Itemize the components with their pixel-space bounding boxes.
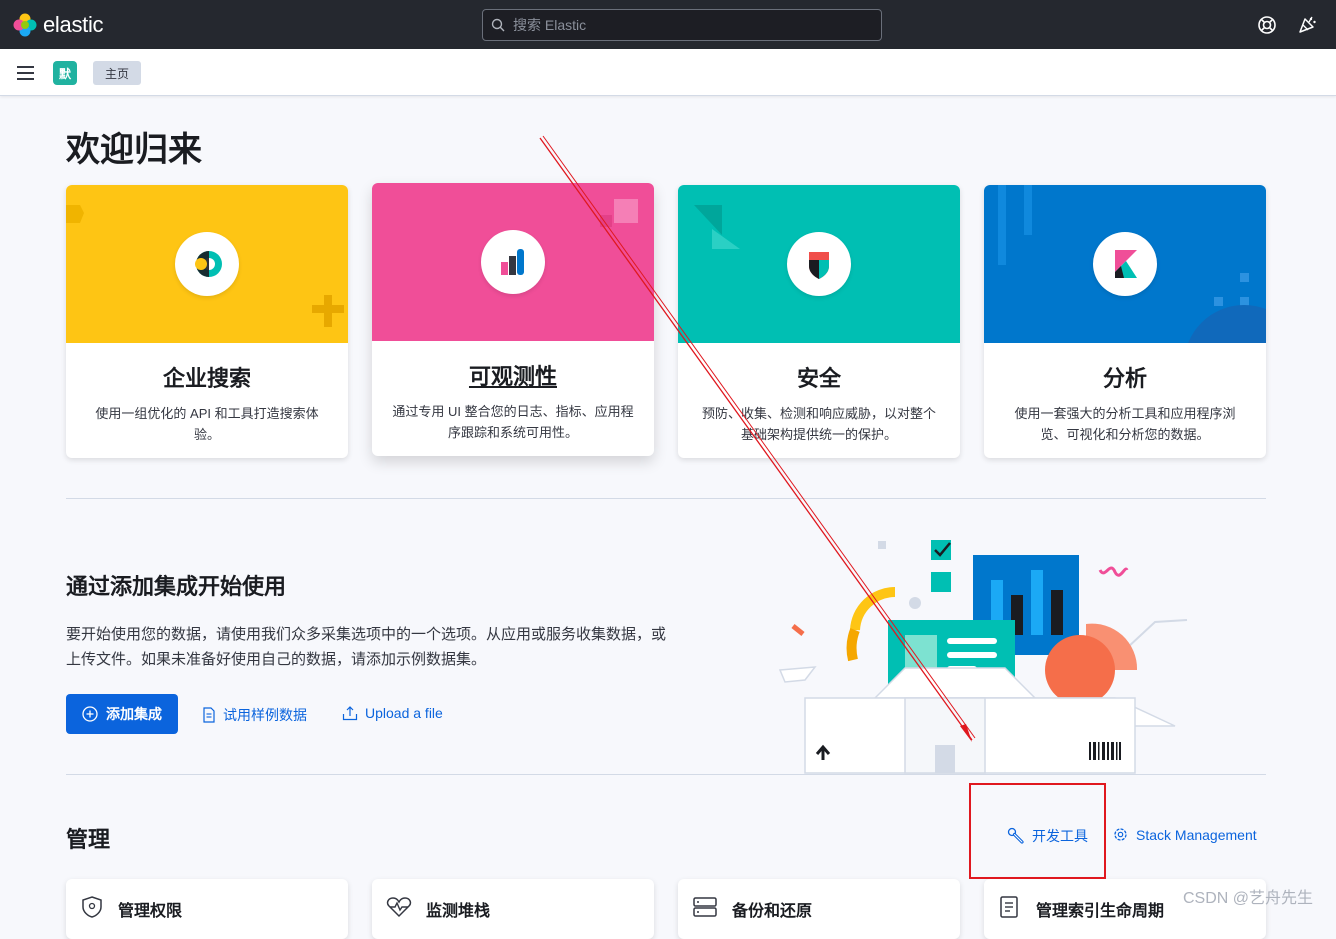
card-banner — [372, 183, 654, 341]
top-header: elastic — [0, 0, 1336, 49]
brand-name: elastic — [43, 12, 104, 37]
list-document-icon — [1000, 896, 1018, 918]
document-icon — [203, 707, 215, 723]
shield-icon — [82, 896, 102, 918]
card-label: 监测堆栈 — [426, 903, 491, 920]
add-integrations-button[interactable]: 添加集成 — [66, 694, 178, 734]
card-title: 企业搜索 — [162, 366, 251, 391]
storage-icon — [693, 897, 717, 917]
card-title: 分析 — [1102, 366, 1147, 391]
newsfeed-icon[interactable] — [1296, 14, 1318, 36]
divider — [66, 498, 1266, 499]
card-label: 管理索引生命周期 — [1036, 903, 1165, 920]
enterprise-search-logo-icon — [175, 232, 239, 296]
watermark: CSDN @艺舟先生 — [1183, 890, 1314, 907]
manage-permissions-card[interactable]: 管理权限 — [66, 879, 348, 939]
search-input[interactable] — [513, 17, 853, 33]
gear-icon — [1114, 828, 1127, 841]
management-title: 管理 — [66, 827, 111, 852]
add-integrations-label: 添加集成 — [106, 706, 162, 722]
elastic-logo-icon — [13, 13, 37, 37]
solution-card-enterprise-search[interactable]: 企业搜索 使用一组优化的 API 和工具打造搜索体验。 — [66, 185, 348, 458]
stack-management-link[interactable]: Stack Management — [1112, 826, 1257, 843]
sample-data-link[interactable]: 试用样例数据 — [202, 705, 307, 725]
card-label: 备份和还原 — [732, 903, 813, 920]
divider — [66, 774, 1266, 775]
breadcrumb-bar: 默 主页 — [0, 49, 1336, 96]
card-description: 通过专用 UI 整合您的日志、指标、应用程序跟踪和系统可用性。 — [392, 404, 634, 440]
global-search[interactable] — [482, 9, 882, 41]
sample-data-label: 试用样例数据 — [223, 707, 307, 723]
integrations-description: 要开始使用您的数据，请使用我们众多采集选项中的一个选项。从应用或服务收集数据，或… — [66, 626, 667, 668]
elastic-logo[interactable]: elastic — [13, 12, 104, 38]
monitor-stack-card[interactable]: 监测堆栈 — [372, 879, 654, 939]
card-description: 预防、收集、检测和响应威胁，以对整个基础架构提供统一的保护。 — [701, 406, 936, 442]
solution-card-security[interactable]: 安全 预防、收集、检测和响应威胁，以对整个基础架构提供统一的保护。 — [678, 185, 960, 458]
space-avatar[interactable]: 默 — [53, 61, 77, 85]
card-banner — [984, 185, 1266, 343]
solution-card-analytics[interactable]: 分析 使用一套强大的分析工具和应用程序浏览、可视化和分析您的数据。 — [984, 185, 1266, 458]
plus-circle-icon — [82, 706, 98, 722]
upload-icon — [342, 706, 358, 721]
annotation-highlight-box — [969, 783, 1106, 879]
card-title: 安全 — [796, 366, 841, 391]
card-banner — [66, 185, 348, 343]
card-description: 使用一组优化的 API 和工具打造搜索体验。 — [95, 406, 319, 442]
stack-management-label: Stack Management — [1136, 826, 1257, 843]
menu-icon[interactable] — [17, 66, 34, 80]
kibana-logo-icon — [1093, 232, 1157, 296]
card-description: 使用一套强大的分析工具和应用程序浏览、可视化和分析您的数据。 — [1014, 406, 1236, 442]
heartbeat-icon — [386, 897, 412, 918]
security-logo-icon — [787, 232, 851, 296]
card-banner — [678, 185, 960, 343]
help-icon[interactable] — [1256, 14, 1278, 36]
upload-file-label: Upload a file — [365, 705, 443, 721]
observability-logo-icon — [481, 230, 545, 294]
integrations-illustration — [778, 540, 1188, 774]
breadcrumb-home[interactable]: 主页 — [93, 61, 142, 85]
upload-file-link[interactable]: Upload a file — [342, 705, 443, 721]
card-title: 可观测性 — [468, 364, 557, 389]
page-title: 欢迎归来 — [66, 131, 202, 169]
search-icon — [491, 18, 505, 32]
backup-restore-card[interactable]: 备份和还原 — [678, 879, 960, 939]
card-label: 管理权限 — [118, 903, 183, 920]
solution-card-observability[interactable]: 可观测性 通过专用 UI 整合您的日志、指标、应用程序跟踪和系统可用性。 — [372, 183, 654, 456]
integrations-title: 通过添加集成开始使用 — [66, 574, 287, 599]
